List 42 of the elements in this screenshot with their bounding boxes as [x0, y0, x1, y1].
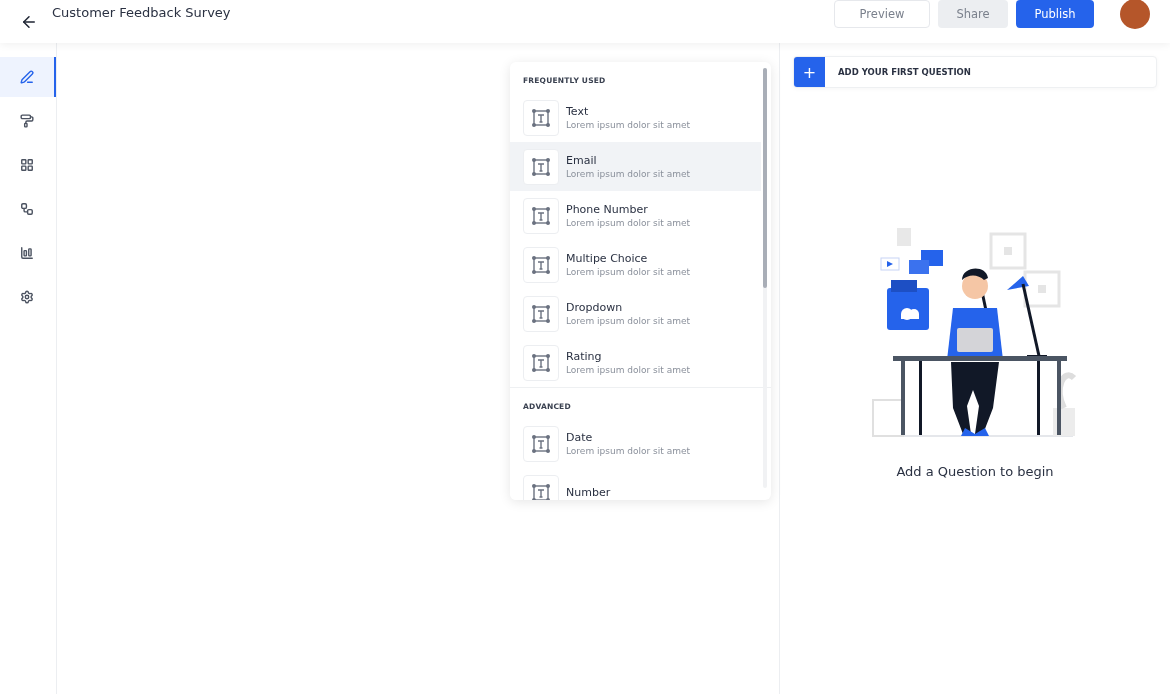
scrollbar-track[interactable]	[763, 68, 767, 488]
pencil-icon	[20, 70, 34, 84]
text-frame-icon	[531, 205, 551, 226]
plus-icon: +	[794, 57, 825, 87]
item-description: Lorem ipsum dolor sit amet	[566, 169, 690, 179]
text-frame-icon	[531, 107, 551, 128]
item-description: Lorem ipsum dolor sit amet	[566, 218, 690, 228]
item-description: Lorem ipsum dolor sit amet	[566, 120, 690, 130]
user-avatar[interactable]	[1120, 0, 1150, 29]
text-frame-icon	[531, 482, 551, 500]
add-question-button[interactable]: + ADD YOUR FIRST QUESTION	[793, 56, 1157, 88]
item-label: Number	[566, 486, 611, 499]
item-label: Text	[566, 105, 590, 118]
flow-icon	[20, 202, 34, 216]
bar-chart-icon	[20, 246, 34, 260]
publish-button[interactable]: Publish	[1016, 0, 1094, 28]
settings-icon	[20, 290, 34, 304]
item-label: Rating	[566, 350, 603, 363]
menu-item[interactable]: Email Lorem ipsum dolor sit amet	[510, 142, 761, 191]
sidebar-item[interactable]	[0, 57, 56, 97]
text-frame-icon	[531, 254, 551, 275]
text-frame-icon	[531, 433, 551, 454]
paint-roller-icon	[20, 114, 34, 128]
scrollbar-thumb[interactable]	[763, 68, 767, 288]
item-description: Lorem ipsum dolor sit amet	[566, 267, 690, 277]
blocks-icon	[20, 158, 34, 172]
header-button[interactable]: Preview	[834, 0, 930, 28]
item-label: Phone Number	[566, 203, 649, 216]
text-frame-icon	[531, 156, 551, 177]
header-button[interactable]: Share	[938, 0, 1008, 28]
item-label: Dropdown	[566, 301, 624, 314]
item-description: Lorem ipsum dolor sit amet	[566, 365, 690, 375]
item-label: Date	[566, 431, 594, 444]
item-label: Multipe Choice	[566, 252, 649, 265]
survey-title: Customer Feedback Survey	[52, 5, 232, 20]
menu-item[interactable]: Number	[510, 468, 761, 500]
text-frame-icon	[531, 352, 551, 373]
item-label: Email	[566, 154, 598, 167]
item-description: Lorem ipsum dolor sit amet	[566, 316, 690, 326]
empty-state-message: Add a Question to begin	[896, 464, 1054, 479]
text-frame-icon	[531, 303, 551, 324]
item-description: Lorem ipsum dolor sit amet	[566, 446, 690, 456]
